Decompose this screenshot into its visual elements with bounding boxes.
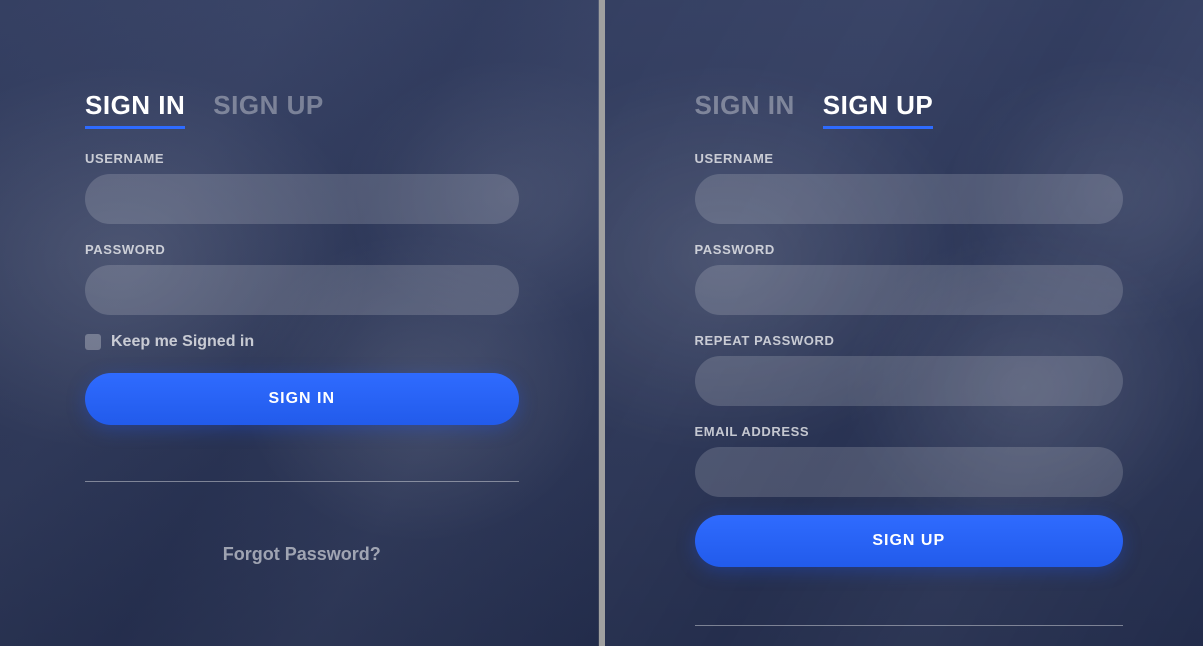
username-input[interactable]: [85, 174, 519, 224]
tab-sign-up[interactable]: SIGN UP: [823, 90, 933, 127]
sign-up-button[interactable]: SIGN UP: [695, 515, 1124, 567]
password-field-group: PASSWORD: [695, 242, 1124, 315]
repeat-password-label: REPEAT PASSWORD: [695, 333, 1124, 348]
auth-tabs: SIGN IN SIGN UP: [85, 90, 519, 127]
forgot-password-link[interactable]: Forgot Password?: [85, 544, 519, 565]
username-field-group: USERNAME: [85, 151, 519, 224]
divider-line: [85, 481, 519, 482]
password-label: PASSWORD: [695, 242, 1124, 257]
sign-in-button[interactable]: SIGN IN: [85, 373, 519, 425]
username-label: USERNAME: [85, 151, 519, 166]
email-field-group: EMAIL ADDRESS: [695, 424, 1124, 497]
signin-panel: SIGN IN SIGN UP USERNAME PASSWORD Keep m…: [0, 0, 599, 646]
tab-sign-in[interactable]: SIGN IN: [85, 90, 185, 127]
auth-tabs: SIGN IN SIGN UP: [695, 90, 1124, 127]
password-input[interactable]: [85, 265, 519, 315]
tab-sign-in[interactable]: SIGN IN: [695, 90, 795, 127]
signup-panel: SIGN IN SIGN UP USERNAME PASSWORD REPEAT…: [605, 0, 1203, 646]
repeat-password-input[interactable]: [695, 356, 1124, 406]
repeat-password-field-group: REPEAT PASSWORD: [695, 333, 1124, 406]
password-label: PASSWORD: [85, 242, 519, 257]
email-input[interactable]: [695, 447, 1124, 497]
tab-sign-up[interactable]: SIGN UP: [213, 90, 323, 127]
divider-line: [695, 625, 1124, 626]
password-field-group: PASSWORD: [85, 242, 519, 315]
username-field-group: USERNAME: [695, 151, 1124, 224]
username-label: USERNAME: [695, 151, 1124, 166]
keep-signed-in-checkbox[interactable]: [85, 334, 101, 350]
password-input[interactable]: [695, 265, 1124, 315]
keep-signed-in-label: Keep me Signed in: [111, 333, 254, 351]
username-input[interactable]: [695, 174, 1124, 224]
email-label: EMAIL ADDRESS: [695, 424, 1124, 439]
keep-signed-in-row[interactable]: Keep me Signed in: [85, 333, 519, 351]
